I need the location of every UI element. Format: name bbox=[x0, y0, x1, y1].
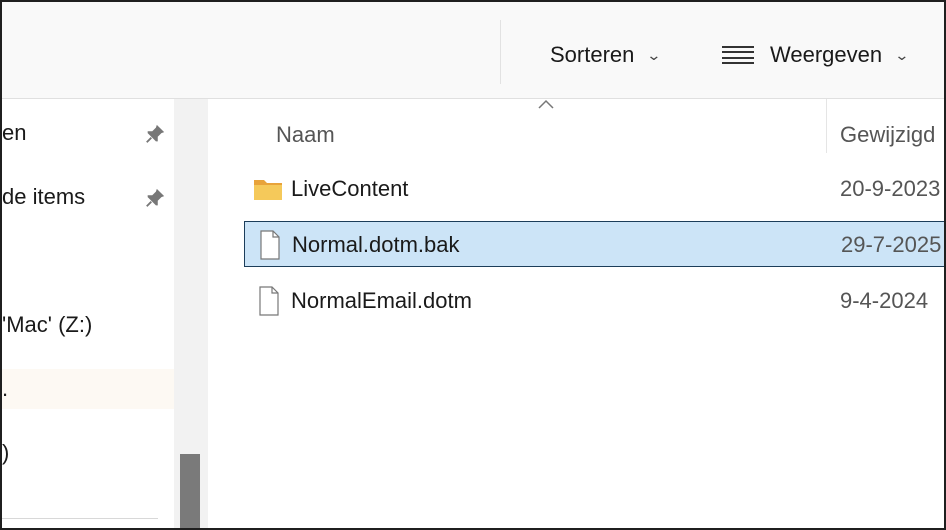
column-header-modified-label: Gewijzigd bbox=[840, 122, 936, 147]
chevron-down-icon: ⌄ bbox=[646, 46, 662, 63]
navigation-pane: en de items 'Mac' (Z:) . ) bbox=[2, 99, 174, 528]
file-icon bbox=[260, 230, 280, 260]
nav-item-label: de items bbox=[2, 184, 86, 209]
view-button[interactable]: Weergeven ⌄ bbox=[722, 38, 910, 72]
pin-icon[interactable] bbox=[144, 123, 166, 145]
column-header-modified[interactable]: Gewijzigd bbox=[840, 115, 935, 155]
sort-button[interactable]: Sorteren ⌄ bbox=[550, 38, 662, 72]
nav-divider bbox=[2, 518, 158, 519]
nav-scrollbar-thumb[interactable] bbox=[180, 454, 200, 528]
nav-item-highlighted[interactable]: . bbox=[2, 369, 174, 409]
column-header-name[interactable]: Naam bbox=[276, 115, 335, 155]
list-view-icon bbox=[722, 46, 754, 64]
file-row[interactable]: LiveContent 20-9-2023 bbox=[244, 166, 944, 212]
sort-ascending-icon bbox=[538, 99, 554, 109]
nav-item-quick-access-1[interactable]: en bbox=[2, 113, 174, 153]
column-divider[interactable] bbox=[826, 99, 827, 153]
file-icon bbox=[259, 286, 279, 316]
command-bar: Sorteren ⌄ Weergeven ⌄ bbox=[2, 2, 944, 99]
nav-item-drive[interactable]: ) bbox=[2, 433, 174, 473]
nav-item-quick-access-2[interactable]: de items bbox=[2, 177, 174, 217]
file-explorer-window: Sorteren ⌄ Weergeven ⌄ en de items 'Mac'… bbox=[0, 0, 946, 530]
nav-item-network-drive[interactable]: 'Mac' (Z:) bbox=[2, 305, 174, 345]
file-row[interactable]: NormalEmail.dotm 9-4-2024 bbox=[244, 278, 944, 324]
toolbar-separator bbox=[500, 20, 501, 84]
nav-item-label: . bbox=[2, 376, 9, 401]
file-name: Normal.dotm.bak bbox=[292, 232, 460, 257]
file-date: 9-4-2024 bbox=[840, 288, 929, 313]
file-name: NormalEmail.dotm bbox=[291, 288, 472, 313]
column-header-name-label: Naam bbox=[276, 122, 335, 147]
folder-icon bbox=[254, 180, 282, 200]
nav-item-label: ) bbox=[2, 440, 10, 465]
nav-item-label: en bbox=[2, 120, 27, 145]
file-date: 29-7-2025 bbox=[841, 232, 942, 257]
sort-button-label: Sorteren bbox=[550, 42, 635, 67]
file-name: LiveContent bbox=[291, 176, 409, 201]
pin-icon[interactable] bbox=[144, 187, 166, 209]
view-button-label: Weergeven bbox=[770, 42, 883, 67]
chevron-down-icon: ⌄ bbox=[894, 46, 910, 63]
file-date: 20-9-2023 bbox=[840, 176, 941, 201]
file-list: Naam Gewijzigd LiveContent 20-9-2023 Nor… bbox=[208, 99, 944, 528]
file-row-selected[interactable]: Normal.dotm.bak 29-7-2025 bbox=[244, 221, 944, 267]
nav-item-label: 'Mac' (Z:) bbox=[2, 312, 93, 337]
